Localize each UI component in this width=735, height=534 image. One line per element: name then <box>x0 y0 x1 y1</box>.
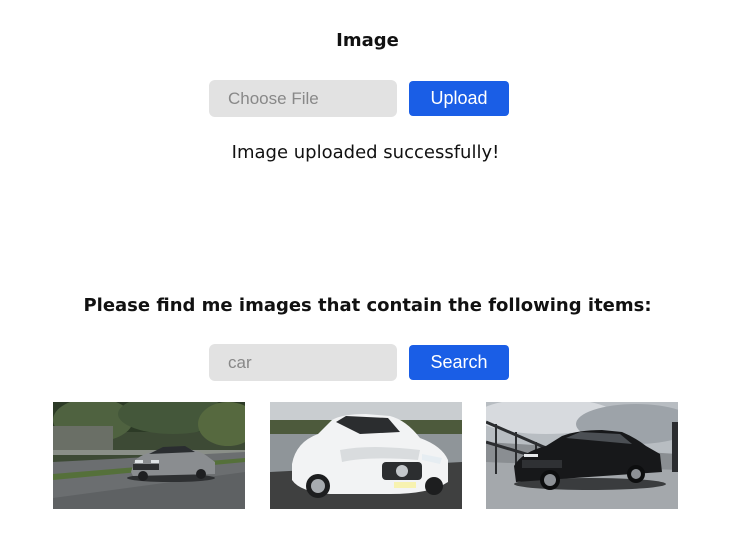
search-button[interactable]: Search <box>409 345 509 380</box>
upload-button[interactable]: Upload <box>409 81 509 116</box>
search-row: Search <box>209 344 509 381</box>
upload-section-title: Image <box>336 30 399 51</box>
search-input[interactable] <box>209 344 397 381</box>
choose-file-input[interactable]: Choose File <box>209 80 397 117</box>
result-image-black-sedan[interactable] <box>486 402 678 509</box>
search-section-title: Please find me images that contain the f… <box>83 295 652 316</box>
result-image-white-convertible[interactable] <box>270 402 462 509</box>
upload-status-message: Image uploaded successfully! <box>231 142 500 163</box>
result-image-grey-sedan[interactable] <box>53 402 245 509</box>
page: Image Choose File Upload Image uploaded … <box>0 0 735 534</box>
upload-row: Choose File Upload <box>209 80 509 117</box>
